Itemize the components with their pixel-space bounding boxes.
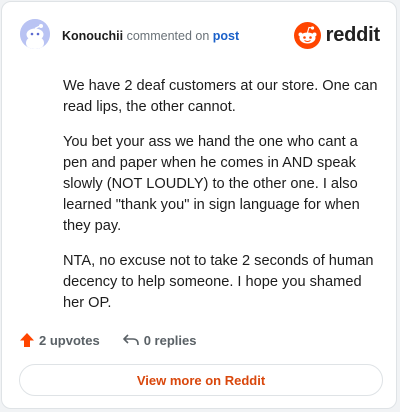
- snoo-avatar-icon: [20, 19, 50, 49]
- reddit-logo-icon: [293, 21, 321, 49]
- upvotes-count: 2 upvotes: [39, 332, 100, 348]
- view-more-button[interactable]: View more on Reddit: [19, 364, 383, 396]
- reply-arrow-icon: [122, 334, 139, 345]
- comment-body: We have 2 deaf customers at our store. O…: [63, 76, 383, 328]
- comment-header: Konouchii commented on post: [62, 28, 239, 44]
- upvote-arrow-icon: [20, 333, 34, 347]
- comment-paragraph: NTA, no excuse not to take 2 seconds of …: [63, 253, 374, 311]
- comment-paragraph: You bet your ass we hand the one who can…: [63, 134, 360, 234]
- upvote-button[interactable]: 2 upvotes: [19, 332, 100, 348]
- author-username[interactable]: Konouchii: [62, 29, 123, 43]
- replies-button[interactable]: 0 replies: [122, 332, 197, 348]
- comment-actions: 2 upvotes 0 replies: [19, 332, 218, 348]
- post-link[interactable]: post: [213, 29, 239, 43]
- reddit-logo[interactable]: reddit: [293, 21, 381, 49]
- reddit-wordmark: reddit: [325, 23, 381, 46]
- comment-paragraph: We have 2 deaf customers at our store. O…: [63, 78, 378, 115]
- avatar[interactable]: [20, 19, 50, 49]
- commented-on-text: commented on: [126, 29, 210, 43]
- replies-count: 0 replies: [143, 332, 197, 348]
- comment-embed-card: Konouchii commented on post reddit We ha…: [1, 1, 397, 409]
